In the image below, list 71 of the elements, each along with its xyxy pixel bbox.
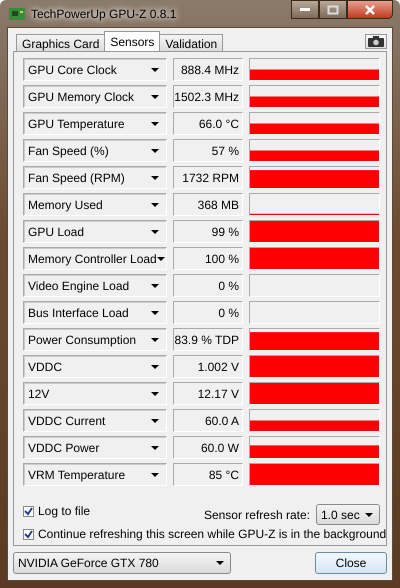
caret-icon	[151, 472, 159, 476]
caret-icon	[151, 176, 159, 180]
sensor-dropdown[interactable]: GPU Temperature	[23, 112, 167, 135]
maximize-icon	[327, 4, 339, 14]
sensor-dropdown[interactable]: Memory Used	[23, 193, 167, 216]
sensor-reading: 83.9 % TDP	[173, 328, 243, 351]
sensor-reading: 0 %	[173, 301, 243, 324]
caret-icon	[365, 512, 373, 516]
sensor-reading: 12.17 V	[173, 382, 243, 405]
sensor-dropdown[interactable]: GPU Load	[23, 220, 167, 243]
sensor-dropdown[interactable]: Video Engine Load	[23, 274, 167, 297]
caret-icon	[151, 230, 159, 234]
sensor-dropdown[interactable]: VDDC Current	[23, 409, 167, 432]
close-button[interactable]: Close	[315, 552, 387, 574]
tab[interactable]: Sensors	[104, 31, 160, 51]
caret-icon	[151, 364, 159, 368]
sensor-dropdown[interactable]: GPU Memory Clock	[23, 85, 167, 108]
caret-icon	[156, 256, 165, 260]
checkbox[interactable]: Continue refreshing this screen while GPU-Z is in the background	[23, 527, 386, 541]
check-icon	[24, 530, 33, 538]
maximize-button[interactable]	[319, 0, 347, 19]
sensor-reading: 66.0 °C	[173, 112, 243, 135]
minimize-icon	[300, 8, 310, 11]
sensor-reading: 1732 RPM	[173, 166, 243, 189]
caret-icon	[151, 284, 159, 288]
check-icon	[24, 506, 33, 516]
sensor-dropdown[interactable]: VRM Temperature	[23, 463, 167, 486]
sensor-reading: 57 %	[173, 139, 243, 162]
caret-icon	[151, 310, 159, 314]
sensor-dropdown[interactable]: Fan Speed (RPM)	[23, 166, 167, 189]
refresh-rate-label: Sensor refresh rate:	[204, 508, 310, 522]
sensor-dropdown[interactable]: Bus Interface Load	[23, 301, 167, 324]
caret-icon	[151, 68, 159, 72]
sensor-dropdown[interactable]: VDDC Power	[23, 436, 167, 459]
sensor-dropdown[interactable]: Fan Speed (%)	[23, 139, 167, 162]
sensor-reading: 1.002 V	[173, 355, 243, 378]
camera-button[interactable]	[365, 34, 387, 49]
sensor-dropdown[interactable]: Memory Controller Load	[23, 247, 167, 270]
window-title: TechPowerUp GPU-Z 0.8.1	[31, 6, 176, 20]
caret-icon	[151, 446, 159, 450]
close-window-button[interactable]	[347, 0, 393, 19]
caret-icon	[151, 122, 159, 126]
sensor-reading: 60.0 W	[173, 436, 243, 459]
caret-icon	[151, 202, 159, 206]
close-icon	[364, 4, 376, 14]
sensor-reading: 85 °C	[173, 463, 243, 486]
refresh-rate-dropdown[interactable]: 1.0 sec	[316, 504, 380, 525]
caret-icon	[151, 148, 159, 152]
sensor-reading: 888.4 MHz	[173, 58, 243, 81]
caret-icon	[151, 94, 159, 98]
sensor-reading: 1502.3 MHz	[173, 85, 243, 108]
sensor-reading: 60.0 A	[173, 409, 243, 432]
caret-icon	[151, 418, 159, 422]
sensor-reading: 99 %	[173, 220, 243, 243]
minimize-button[interactable]	[291, 0, 319, 19]
caret-icon	[151, 392, 159, 396]
tab[interactable]: Validation	[159, 34, 224, 51]
sensor-dropdown[interactable]: GPU Core Clock	[23, 58, 167, 81]
caret-icon	[216, 561, 224, 565]
sensor-reading: 100 %	[173, 247, 243, 270]
app-icon	[9, 6, 25, 20]
sensor-reading: 0 %	[173, 274, 243, 297]
tab[interactable]: Graphics Card	[16, 34, 106, 51]
caret-icon	[151, 338, 159, 342]
camera-icon	[368, 36, 384, 47]
device-dropdown[interactable]: NVIDIA GeForce GTX 780	[13, 552, 231, 574]
sensor-reading: 368 MB	[173, 193, 243, 216]
checkbox[interactable]: Log to file	[23, 504, 90, 518]
sensor-dropdown[interactable]: Power Consumption	[23, 328, 167, 351]
sensor-dropdown[interactable]: 12V	[23, 382, 167, 405]
sensor-dropdown[interactable]: VDDC	[23, 355, 167, 378]
